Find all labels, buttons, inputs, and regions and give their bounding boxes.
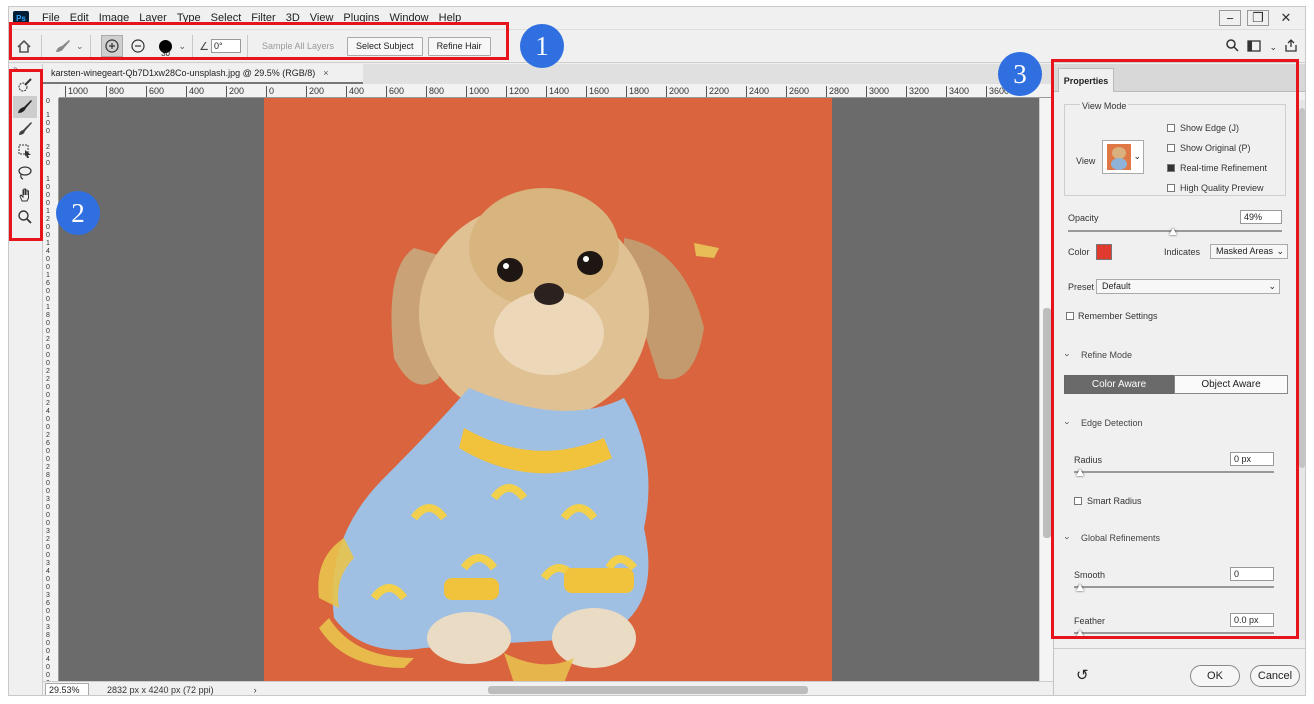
vertical-ruler: 0 1 0 0 2 0 0 1 0 0 0 1 2 0 0 1 4 0 0 1 … [43,98,59,687]
close-icon[interactable]: × [323,68,328,78]
ruler-label: 2200 [706,86,729,97]
search-icon[interactable] [1226,39,1239,55]
annotation-badge-3: 3 [998,52,1042,96]
restore-icon[interactable]: ❐ [1247,10,1269,26]
zoom-level-field[interactable]: 29.53% [45,682,89,695]
document-image[interactable] [264,98,832,687]
ruler-label: 3400 [946,86,969,97]
reset-icon[interactable]: ↺ [1076,666,1089,684]
ruler-label: 0 [266,86,274,97]
ruler-label: 2600 [786,86,809,97]
ruler-label: 2 4 0 0 [46,400,50,431]
photoshop-window: Ps File Edit Image Layer Type Select Fil… [8,6,1306,696]
ruler-label: 800 [426,86,444,97]
ruler-label: 2 2 0 0 [46,368,50,399]
ruler-label: 2 0 0 0 [46,336,50,367]
canvas-area[interactable] [59,98,1039,687]
ruler-label: 2 0 0 [46,144,50,167]
ruler-label: 1200 [506,86,529,97]
close-icon[interactable]: ✕ [1275,10,1297,26]
annotation-box-options-bar [9,22,509,60]
ruler-label: 0 [46,98,50,105]
workspace-icon[interactable] [1247,39,1262,55]
ruler-label: 800 [106,86,124,97]
window-controls: − ❐ ✕ [1219,7,1297,29]
ruler-label: 1 6 0 0 [46,272,50,303]
panel-scrollbar[interactable] [1298,100,1305,640]
share-icon[interactable] [1285,39,1297,55]
ruler-label: 3 2 0 0 [46,528,50,559]
ruler-label: 1000 [65,86,88,97]
ruler-label: 1800 [626,86,649,97]
document-tab[interactable]: karsten-winegeart-Qb7D1xw28Co-unsplash.j… [43,64,363,84]
minimize-icon[interactable]: − [1219,10,1241,26]
ruler-label: 2400 [746,86,769,97]
annotation-badge-2: 2 [56,191,100,235]
ruler-label: 1000 [466,86,489,97]
divider [1054,648,1305,649]
ruler-label: 1600 [586,86,609,97]
ruler-label: 400 [346,86,364,97]
ruler-label: 200 [306,86,324,97]
ruler-label: 600 [146,86,164,97]
document-title: karsten-winegeart-Qb7D1xw28Co-unsplash.j… [51,68,316,78]
ruler-label: 3 0 0 0 [46,496,50,527]
annotation-badge-1: 1 [520,24,564,68]
scrollbar-thumb[interactable] [1043,308,1051,538]
ruler-label: 2800 [826,86,849,97]
ruler-label: 2 6 0 0 [46,432,50,463]
ruler-label: 3200 [906,86,929,97]
ok-button[interactable]: OK [1190,665,1240,687]
horizontal-ruler: 1000 800 600 400 200 0 200 400 600 800 1… [59,84,1053,98]
ruler-label: 1 8 0 0 [46,304,50,335]
ruler-label: 200 [226,86,244,97]
ruler-label: 1 4 0 0 [46,240,50,271]
ruler-label: 3 8 0 0 [46,624,50,655]
chevron-down-icon[interactable]: ⌄ [1269,42,1277,53]
status-menu-arrow[interactable]: › [254,685,257,695]
ruler-label: 1 0 0 0 [46,176,50,207]
ruler-label: 1 2 0 0 [46,208,50,239]
status-bar: 29.53% 2832 px x 4240 px (72 ppi) › [43,681,1053,695]
annotation-box-toolbar [9,69,43,241]
ruler-label: 2 8 0 0 [46,464,50,495]
ruler-label: 1 0 0 [46,112,50,135]
panel-scrollbar-thumb[interactable] [1299,108,1305,468]
dog-photo [318,188,719,683]
ruler-label: 3 4 0 0 [46,560,50,591]
ruler-label: 600 [386,86,404,97]
cancel-button[interactable]: Cancel [1250,665,1300,687]
annotation-box-properties [1051,59,1299,639]
tab-strip [363,64,1053,84]
ruler-label: 3 6 0 0 [46,592,50,623]
ruler-label: 2000 [666,86,689,97]
ruler-label: 3000 [866,86,889,97]
document-info: 2832 px x 4240 px (72 ppi) [107,684,214,695]
ruler-label: 1400 [546,86,569,97]
horizontal-scrollbar-thumb[interactable] [488,686,808,694]
ruler-label: 400 [186,86,204,97]
